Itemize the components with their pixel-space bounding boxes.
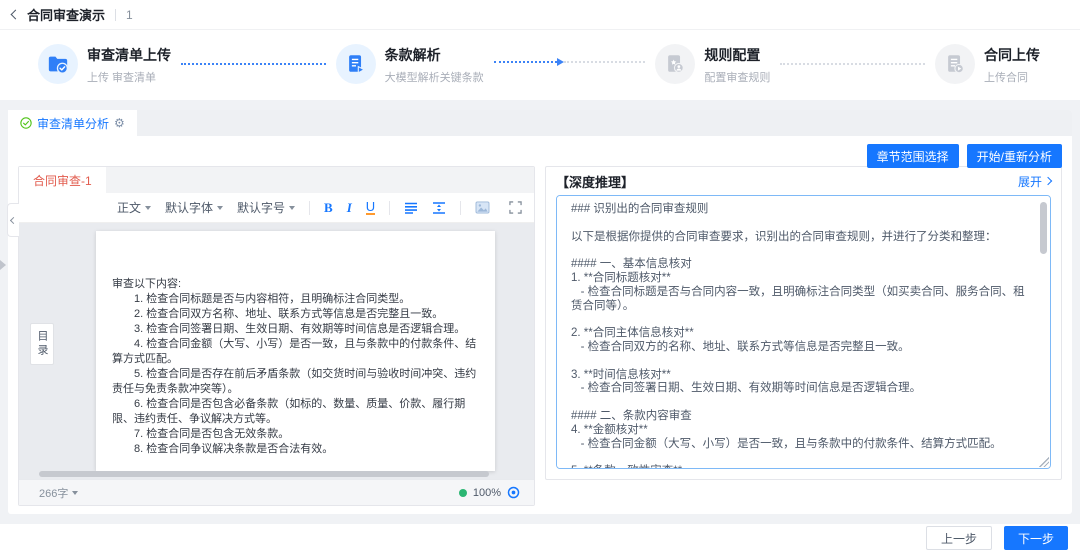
rule-config-icon xyxy=(655,44,695,84)
italic-button[interactable]: I xyxy=(347,200,352,216)
toolbar-divider xyxy=(309,201,310,215)
panel-collapse-handle[interactable] xyxy=(7,203,19,237)
status-dot-icon xyxy=(459,489,467,497)
chevron-down-icon xyxy=(289,206,295,210)
doc-item: 5. 检查合同是否存在前后矛盾条款（如交货时间与验收时间冲突、违约责任与免责条款… xyxy=(112,367,479,397)
progress-arrow-icon xyxy=(557,58,564,66)
line-spacing-icon[interactable] xyxy=(432,202,446,214)
font-family-dropdown[interactable]: 默认字体 xyxy=(165,199,223,216)
chevron-down-icon xyxy=(72,491,78,495)
next-step-button[interactable]: 下一步 xyxy=(1004,526,1068,550)
doc-item: 1. 检查合同标题是否与内容相符，且明确标注合同类型。 xyxy=(112,292,479,307)
textarea-resize-handle[interactable] xyxy=(1039,457,1049,467)
stepper-connector-done xyxy=(181,63,326,65)
title-divider xyxy=(115,9,116,21)
editor-toolbar: 正文 默认字体 默认字号 B I U xyxy=(19,193,534,223)
analysis-actions: 章节范围选择 开始/重新分析 xyxy=(867,144,1062,168)
vertical-scrollbar-thumb[interactable] xyxy=(1040,202,1047,254)
page-count: 1 xyxy=(126,8,133,22)
footer-bar: 上一步 下一步 xyxy=(0,524,1080,552)
page-title: 合同审查演示 xyxy=(27,5,105,24)
back-icon[interactable] xyxy=(11,10,21,20)
step-review-list-upload[interactable]: 审查清单上传 上传 审查清单 xyxy=(38,44,171,85)
step-clause-parse[interactable]: 条款解析 大模型解析关键条款 xyxy=(336,44,484,85)
step-title: 条款解析 xyxy=(385,47,484,63)
align-justify-icon[interactable] xyxy=(404,202,418,214)
deep-reasoning-panel: 【深度推理】 展开 ### 识别出的合同审查规则 以下是根据你提供的合同审查要求… xyxy=(545,166,1062,480)
folder-check-icon xyxy=(38,44,78,84)
chevron-left-icon xyxy=(10,216,17,223)
zoom-level: 100% xyxy=(473,487,501,499)
step-rule-config[interactable]: 规则配置 配置审查规则 xyxy=(655,44,770,85)
step-subtitle: 大模型解析关键条款 xyxy=(385,69,484,85)
analysis-tab-bar: 审查清单分析 ⚙ xyxy=(8,110,1072,136)
gear-icon[interactable]: ⚙ xyxy=(114,117,125,129)
insert-image-icon[interactable] xyxy=(475,201,490,214)
doc-item: 6. 检查合同是否包含必备条款（如标的、数量、质量、价款、履行期限、违约责任、争… xyxy=(112,397,479,427)
toolbar-divider xyxy=(460,201,461,215)
chevron-down-icon xyxy=(217,206,223,210)
stepper-connector-pending xyxy=(780,63,925,65)
horizontal-scrollbar-thumb[interactable] xyxy=(39,471,489,477)
doc-item: 8. 检查合同争议解决条款是否合法有效。 xyxy=(112,442,479,457)
step-contract-upload[interactable]: 合同上传 上传合同 xyxy=(935,44,1040,85)
doc-item: 2. 检查合同双方名称、地址、联系方式等信息是否完整且一致。 xyxy=(112,307,479,322)
main-card: 审查清单分析 ⚙ 章节范围选择 开始/重新分析 合同审查-1 正文 默认字体 默… xyxy=(8,110,1072,514)
reasoning-title: 【深度推理】 xyxy=(556,172,634,191)
step-subtitle: 上传合同 xyxy=(984,69,1040,85)
bold-button[interactable]: B xyxy=(324,200,333,216)
step-subtitle: 配置审查规则 xyxy=(704,69,770,85)
step-title: 规则配置 xyxy=(704,47,770,63)
tab-label: 审查清单分析 xyxy=(37,115,109,132)
chevron-down-icon xyxy=(145,206,151,210)
document-page[interactable]: 审查以下内容: 1. 检查合同标题是否与内容相符，且明确标注合同类型。 2. 检… xyxy=(96,231,495,471)
toolbar-divider xyxy=(389,201,390,215)
doc-intro-line: 审查以下内容: xyxy=(112,277,479,292)
chapter-range-button[interactable]: 章节范围选择 xyxy=(867,144,959,168)
horizontal-scrollbar[interactable] xyxy=(39,471,518,477)
top-bar: 合同审查演示 1 xyxy=(0,0,1080,30)
check-circle-icon xyxy=(20,117,32,129)
workflow-stepper: 审查清单上传 上传 审查清单 条款解析 大模型解析关键条款 规则配置 配置审查规 xyxy=(0,30,1080,100)
toc-tab[interactable]: 目录 xyxy=(30,323,54,365)
chevron-right-icon xyxy=(1044,177,1052,185)
word-count-dropdown[interactable]: 266字 xyxy=(39,485,78,501)
tab-review-list-analysis[interactable]: 审查清单分析 ⚙ xyxy=(8,110,137,136)
doc-item: 4. 检查合同金额（大写、小写）是否一致，且与条款中的付款条件、结算方式匹配。 xyxy=(112,337,479,367)
stepper-connector-progress xyxy=(494,58,646,66)
reasoning-textarea[interactable]: ### 识别出的合同审查规则 以下是根据你提供的合同审查要求，识别出的合同审查规… xyxy=(556,195,1051,469)
zoom-reset-icon[interactable] xyxy=(507,486,520,499)
editor-tab-bar: 合同审查-1 xyxy=(19,167,534,193)
document-parse-icon xyxy=(336,44,376,84)
paragraph-style-dropdown[interactable]: 正文 xyxy=(117,199,151,216)
font-size-dropdown[interactable]: 默认字号 xyxy=(237,199,295,216)
contract-upload-icon xyxy=(935,44,975,84)
step-title: 合同上传 xyxy=(984,47,1040,63)
fullscreen-icon[interactable] xyxy=(509,201,522,214)
expand-link[interactable]: 展开 xyxy=(1018,173,1051,190)
doc-item: 7. 检查合同是否包含无效条款。 xyxy=(112,427,479,442)
left-panel-expand-handle[interactable] xyxy=(0,260,6,270)
doc-item: 3. 检查合同签署日期、生效日期、有效期等时间信息是否逻辑合理。 xyxy=(112,322,479,337)
tab-contract-review-1[interactable]: 合同审查-1 xyxy=(19,167,106,193)
editor-status-bar: 266字 100% xyxy=(19,479,534,505)
content-panels: 合同审查-1 正文 默认字体 默认字号 B I U xyxy=(8,166,1072,506)
step-title: 审查清单上传 xyxy=(87,47,171,63)
step-subtitle: 上传 审查清单 xyxy=(87,69,171,85)
prev-step-button[interactable]: 上一步 xyxy=(926,526,992,550)
document-canvas: 目录 审查以下内容: 1. 检查合同标题是否与内容相符，且明确标注合同类型。 2… xyxy=(19,223,534,479)
app-root: 合同审查演示 1 审查清单上传 上传 审查清单 条款解析 大模型解析关键条款 xyxy=(0,0,1080,552)
reasoning-header: 【深度推理】 展开 xyxy=(546,167,1061,195)
contract-editor-panel: 合同审查-1 正文 默认字体 默认字号 B I U xyxy=(18,166,535,506)
start-reanalyze-button[interactable]: 开始/重新分析 xyxy=(967,144,1062,168)
underline-button[interactable]: U xyxy=(366,200,375,215)
